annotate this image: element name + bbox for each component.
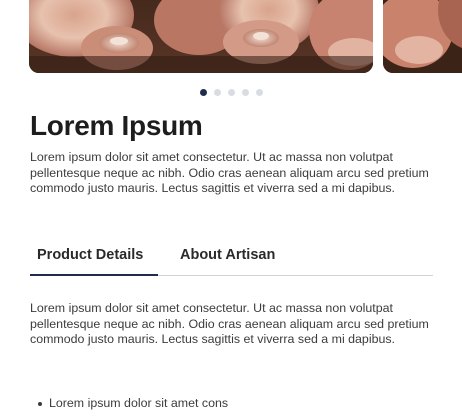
product-tabs: Product Details About Artisan (30, 243, 433, 276)
carousel-dot[interactable] (199, 89, 207, 96)
product-title: Lorem Ipsum (30, 110, 203, 141)
carousel-slide-main[interactable] (29, 0, 373, 73)
carousel-dot[interactable] (241, 89, 249, 96)
product-photo-next (383, 0, 462, 73)
carousel-dot[interactable] (255, 89, 263, 96)
product-description: Lorem ipsum dolor sit amet consectetur. … (30, 150, 429, 195)
carousel-slide-next[interactable] (383, 0, 462, 73)
product-photo (29, 0, 373, 73)
product-details-list: Lorem ipsum dolor sit amet cons (30, 396, 228, 412)
product-details-text: Lorem ipsum dolor sit amet consectetur. … (30, 301, 429, 346)
carousel-dot[interactable] (227, 89, 235, 96)
list-item: Lorem ipsum dolor sit amet cons (30, 396, 228, 412)
tab-about-artisan[interactable]: About Artisan (158, 243, 275, 275)
image-carousel[interactable] (0, 0, 462, 74)
product-page: Lorem Ipsum Lorem ipsum dolor sit amet c… (0, 0, 462, 416)
tab-product-details[interactable]: Product Details (30, 243, 158, 276)
carousel-dot[interactable] (213, 89, 221, 96)
carousel-pagination (0, 89, 462, 96)
